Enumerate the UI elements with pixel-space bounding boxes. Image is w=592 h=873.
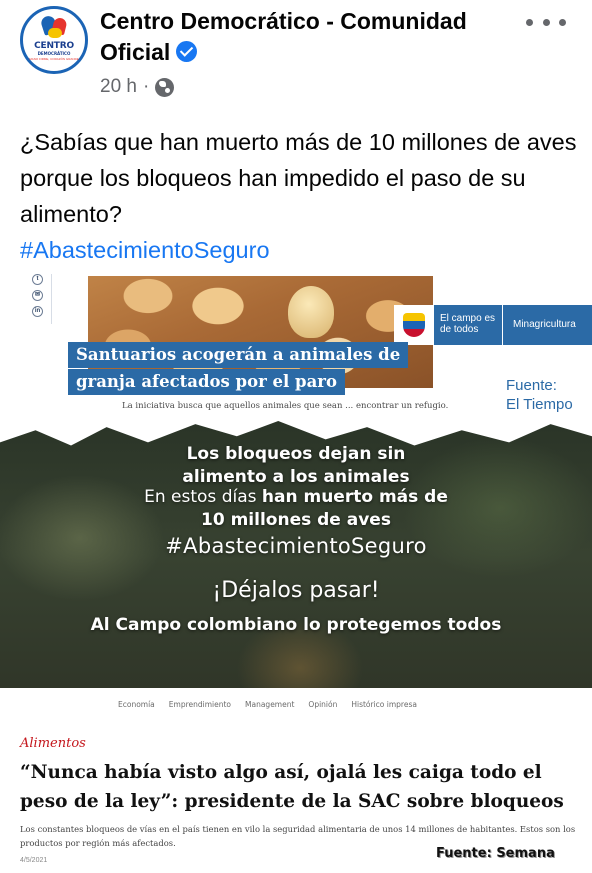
nav-item: Histórico impresa bbox=[351, 700, 417, 709]
twitter-icon: t bbox=[32, 274, 43, 285]
post-meta: 20 h · bbox=[100, 76, 175, 98]
share-rail: t ✉ in bbox=[30, 274, 52, 324]
globe-icon[interactable] bbox=[155, 77, 175, 97]
source-label: Fuente: bbox=[506, 377, 557, 394]
semana-clipping: Economía Emprendimiento Management Opini… bbox=[0, 688, 592, 873]
more-horizontal-icon bbox=[526, 18, 533, 26]
nav-item: Economía bbox=[118, 700, 155, 709]
semana-section: Alimentos bbox=[20, 736, 86, 751]
clip-lead: La iniciativa busca que aquellos animale… bbox=[122, 401, 449, 411]
post-header: CENTRO DEMOCRÁTICO MANO FIRME, CORAZÓN G… bbox=[0, 0, 592, 110]
banner-slogan: Al Campo colombiano lo protegemos todos bbox=[90, 615, 502, 635]
banner-line1: Los bloqueos dejan sin bbox=[186, 444, 406, 464]
banner-subhead: En estos días han muerto más de 10 millo… bbox=[0, 486, 592, 532]
government-banner: El campo es de todos Minagricultura bbox=[394, 305, 592, 345]
nav-item: Opinión bbox=[308, 700, 338, 709]
banner-line3-bold: han muerto más de bbox=[261, 487, 448, 507]
nav-item: Management bbox=[245, 700, 295, 709]
party-logo-icon bbox=[39, 13, 69, 42]
page-avatar[interactable]: CENTRO DEMOCRÁTICO MANO FIRME, CORAZÓN G… bbox=[20, 6, 88, 74]
post-body: ¿Sabías que han muerto más de 10 millone… bbox=[20, 129, 577, 227]
semana-nav: Economía Emprendimiento Management Opini… bbox=[118, 700, 417, 709]
avatar-tag: MANO FIRME, CORAZÓN GRANDE bbox=[29, 56, 79, 61]
post-text: ¿Sabías que han muerto más de 10 millone… bbox=[20, 124, 580, 268]
campaign-banner: Los bloqueos dejan sin alimento a los an… bbox=[0, 421, 592, 717]
clip-headline-line2: granja afectados por el paro bbox=[68, 369, 345, 395]
coat-of-arms-icon bbox=[394, 305, 434, 345]
semana-title: “Nunca había visto algo así, ojalá les c… bbox=[20, 762, 564, 812]
banner-line4: 10 millones de aves bbox=[201, 510, 391, 530]
source-name: El Tiempo bbox=[506, 396, 573, 413]
avatar-brand: CENTRO bbox=[34, 40, 74, 51]
email-icon: ✉ bbox=[32, 290, 43, 301]
hashtag-link[interactable]: #AbastecimientoSeguro bbox=[20, 237, 270, 263]
more-options-button[interactable] bbox=[526, 12, 566, 32]
gov-ministry-text: Minagricultura bbox=[502, 305, 592, 345]
banner-headline: Los bloqueos dejan sin alimento a los an… bbox=[0, 443, 592, 489]
gov-campo-text: El campo es de todos bbox=[434, 305, 502, 345]
banner-line3-prefix: En estos días bbox=[144, 487, 262, 507]
linkedin-icon: in bbox=[32, 306, 43, 317]
banner-hashtag: #AbastecimientoSeguro bbox=[165, 534, 427, 558]
post-timestamp[interactable]: 20 h bbox=[100, 76, 137, 98]
post-image[interactable]: t ✉ in El campo es de todos Minagricultu… bbox=[0, 268, 592, 873]
source-el-tiempo: Fuente: El Tiempo bbox=[506, 376, 573, 414]
nav-item: Emprendimiento bbox=[168, 700, 232, 709]
semana-date: 4/5/2021 bbox=[20, 857, 48, 864]
clip-headline-line1: Santuarios acogerán a animales de bbox=[68, 342, 409, 368]
page-name: Centro Democrático - Comunidad Oficial bbox=[100, 8, 467, 65]
source-semana: Fuente: Semana bbox=[436, 846, 555, 861]
verified-badge-icon bbox=[176, 41, 198, 62]
meta-separator: · bbox=[142, 76, 150, 97]
page-name-link[interactable]: Centro Democrático - Comunidad Oficial bbox=[100, 6, 520, 68]
el-tiempo-clipping: t ✉ in El campo es de todos Minagricultu… bbox=[0, 268, 592, 428]
banner-cta: ¡Déjalos pasar! bbox=[212, 578, 380, 603]
chick-icon bbox=[288, 286, 334, 338]
